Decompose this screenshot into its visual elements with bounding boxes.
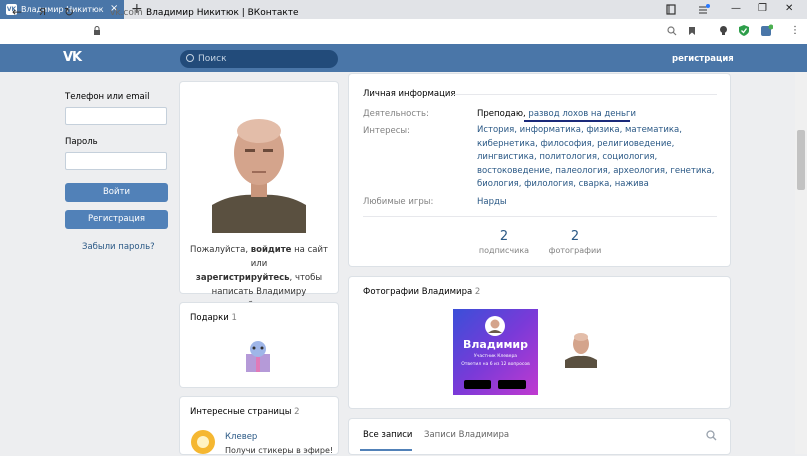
password-input[interactable]: [65, 152, 167, 170]
bookmarks-icon[interactable]: [666, 4, 676, 15]
vk-extension-icon[interactable]: [760, 24, 773, 37]
minimize-window-icon[interactable]: —: [731, 2, 741, 16]
profile-avatar[interactable]: [212, 103, 306, 233]
games-value[interactable]: Нарды: [477, 196, 507, 208]
app-store-badge: [464, 380, 491, 389]
phone-input[interactable]: [65, 107, 167, 125]
search-input[interactable]: Поиск: [180, 50, 338, 68]
google-play-badge: [498, 380, 526, 389]
activity-link[interactable]: развод лохов на деньги: [528, 109, 636, 119]
photos-header[interactable]: Фотографии Владимира 2: [363, 287, 480, 298]
poster-subtitle: Участник Клевера: [473, 354, 518, 359]
restore-window-icon[interactable]: ❐: [758, 2, 767, 16]
games-label: Любимые игры:: [363, 197, 434, 207]
klever-link[interactable]: Клевер: [225, 432, 257, 443]
yandex-icon[interactable]: Я: [39, 5, 46, 21]
followers-stat[interactable]: 2 подписчика: [464, 229, 544, 256]
register-button[interactable]: Регистрация: [65, 210, 168, 229]
activity-prefix: Преподаю,: [477, 109, 529, 119]
tab-owner-posts[interactable]: Записи Владимира: [424, 430, 509, 441]
page-title-in-address[interactable]: Владимир Никитюк | ВКонтакте: [146, 7, 299, 19]
tab-title: Владимир Никитюк | ВК: [21, 5, 105, 14]
stats-divider: [363, 216, 717, 217]
lock-icon[interactable]: [93, 26, 101, 36]
info-title-divider: [454, 94, 717, 95]
close-window-icon[interactable]: ✕: [785, 2, 793, 16]
activity-value: Преподаю, развод лохов на деньги: [477, 108, 636, 120]
search-icon: [186, 54, 194, 62]
photos-label-stat: фотографии: [548, 246, 602, 255]
forgot-password-link[interactable]: Забыли пароль?: [82, 242, 155, 253]
interesting-count: 2: [294, 407, 300, 417]
password-label: Пароль: [65, 137, 98, 147]
photo-poster[interactable]: Владимир Участник Клевера Ответил на 6 и…: [453, 309, 538, 395]
interests-line-3[interactable]: лингвистика, политология, социология,: [477, 151, 722, 165]
gifts-count: 1: [231, 313, 237, 323]
extension-icon[interactable]: [718, 25, 729, 36]
prompt-prefix: Пожалуйста,: [190, 245, 251, 255]
klever-description: Получи стикеры в эфире!: [225, 446, 334, 455]
info-section-title: Личная информация: [363, 89, 456, 99]
interests-values: История, информатика, физика, математика…: [477, 124, 722, 192]
header-register-link[interactable]: регистрация: [672, 54, 734, 65]
interesting-title: Интересные страницы: [190, 407, 292, 417]
interests-line-2[interactable]: кибернетика, философия, религиоведение,: [477, 138, 722, 152]
wall-search-icon[interactable]: [706, 430, 717, 441]
tab-all-posts[interactable]: Все записи: [363, 430, 412, 441]
url-text[interactable]: vk.com: [110, 7, 143, 19]
followers-label: подписчика: [478, 246, 530, 255]
poster-name: Владимир: [462, 338, 529, 351]
active-tab-indicator: [360, 449, 412, 451]
menu-notification-icon[interactable]: [698, 4, 710, 15]
scrollbar-thumb[interactable]: [797, 130, 805, 190]
interests-line-4[interactable]: востоковедение, палеология, археология, …: [477, 165, 722, 179]
interesting-header[interactable]: Интересные страницы 2: [190, 407, 300, 418]
poster-avatar-icon: [485, 316, 505, 336]
activity-label: Деятельность:: [363, 109, 429, 119]
gift-image[interactable]: [242, 338, 274, 374]
interests-line-1[interactable]: История, информатика, физика, математика…: [477, 124, 722, 138]
photos-title: Фотографии Владимира: [363, 287, 473, 297]
followers-count: 2: [499, 229, 509, 244]
photos-count-stat: 2: [570, 229, 580, 244]
gifts-header[interactable]: Подарки 1: [190, 313, 237, 324]
photos-stat[interactable]: 2 фотографии: [535, 229, 615, 256]
prompt-register-link[interactable]: зарегистрируйтесь: [196, 273, 290, 283]
bookmark-icon[interactable]: [688, 26, 696, 36]
photos-count: 2: [474, 287, 481, 297]
browser-menu-icon[interactable]: ⋮: [790, 25, 800, 37]
photo-portrait[interactable]: [565, 327, 597, 368]
prompt-login-link[interactable]: войдите: [251, 245, 292, 255]
interests-line-5[interactable]: биология, филология, сварка, нажива: [477, 178, 722, 192]
klever-avatar-icon[interactable]: [190, 429, 216, 454]
refresh-icon[interactable]: ↻: [64, 4, 74, 20]
phone-label: Телефон или email: [65, 92, 150, 102]
login-button[interactable]: Войти: [65, 183, 168, 202]
gifts-title: Подарки: [190, 313, 229, 323]
shield-check-icon[interactable]: [738, 24, 750, 37]
activity-underline-annotation: [524, 120, 630, 122]
address-bar: [0, 19, 807, 45]
back-arrow-icon[interactable]: ←: [12, 4, 22, 20]
prompt-suffix: , чтобы: [289, 273, 323, 283]
interests-label: Интересы:: [363, 126, 410, 136]
search-placeholder: Поиск: [198, 54, 227, 64]
vk-logo[interactable]: VK: [63, 50, 93, 66]
address-search-icon[interactable]: [667, 26, 677, 36]
poster-line: Ответил на 6 из 12 вопросов: [461, 362, 530, 367]
